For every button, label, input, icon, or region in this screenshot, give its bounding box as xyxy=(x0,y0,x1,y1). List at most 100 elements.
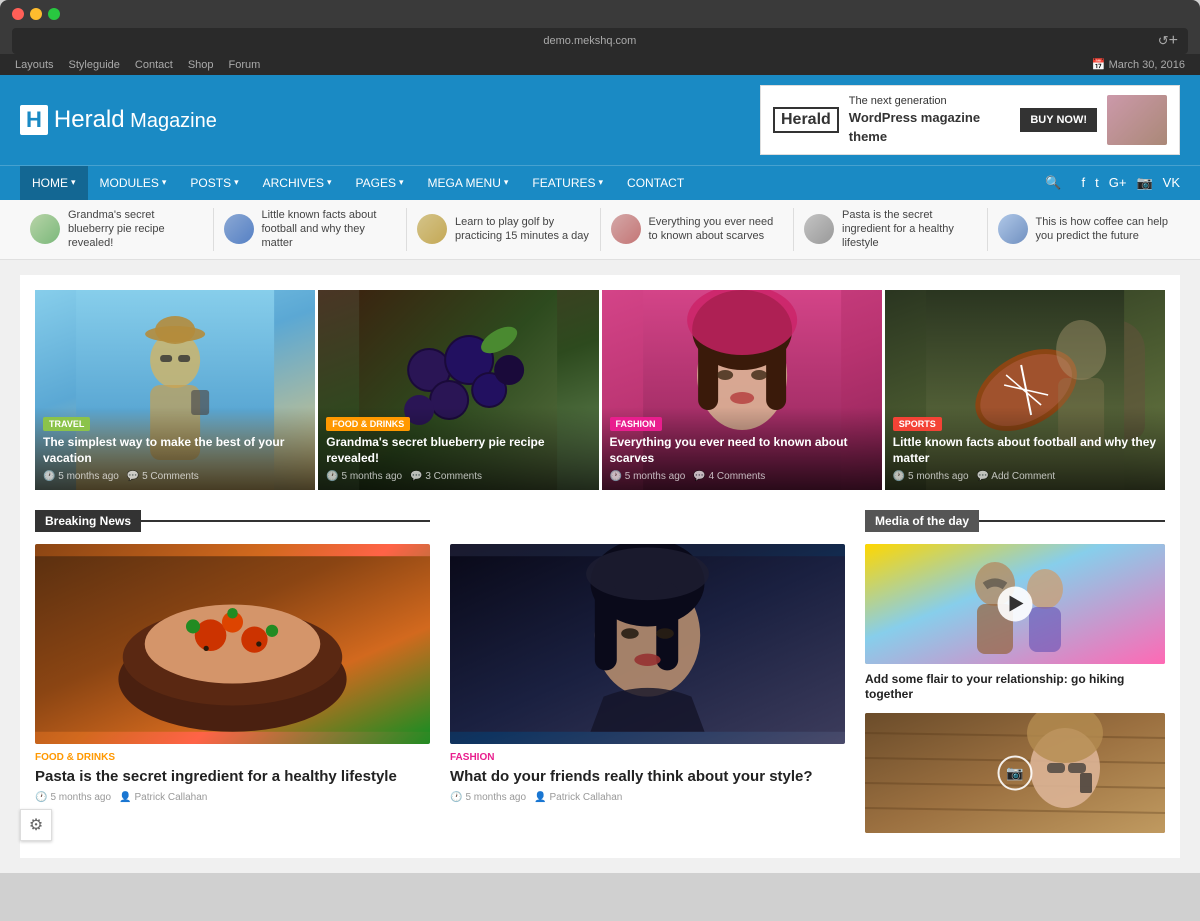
ticker-item-3[interactable]: Learn to play golf by practicing 15 minu… xyxy=(407,208,601,251)
ticker-avatar-6 xyxy=(998,214,1028,244)
topbar-shop[interactable]: Shop xyxy=(188,59,214,71)
media-section-header: Media of the day xyxy=(865,510,1165,532)
ticker-item-6[interactable]: This is how coffee can help you predict … xyxy=(988,208,1181,251)
nav-posts[interactable]: POSTS ▾ xyxy=(178,166,250,200)
ad-buy-button[interactable]: BUY NOW! xyxy=(1020,108,1097,132)
nav-modules[interactable]: MODULES ▾ xyxy=(88,166,179,200)
site-logo[interactable]: H Herald Magazine xyxy=(20,105,217,135)
breaking-news-title: Breaking News xyxy=(35,510,141,532)
news-title-2[interactable]: What do your friends really think about … xyxy=(450,767,845,787)
featured-meta-2: 🕐 5 months ago 💬 3 Comments xyxy=(326,471,590,482)
topbar-styleguide[interactable]: Styleguide xyxy=(69,59,120,71)
featured-overlay-2: FOOD & DRINKS Grandma's secret blueberry… xyxy=(318,407,598,489)
ticker-text-4: Everything you ever need to known about … xyxy=(649,215,784,244)
ad-banner[interactable]: Herald The next generation WordPress mag… xyxy=(760,85,1180,155)
nav-home[interactable]: HOME ▾ xyxy=(20,166,88,200)
news-time-2: 🕐 5 months ago xyxy=(450,792,526,803)
ticker-avatar-2 xyxy=(224,214,254,244)
nav-mega-menu[interactable]: MEGA MENU ▾ xyxy=(416,166,521,200)
browser-chrome: demo.mekshq.com ↺ + xyxy=(0,0,1200,54)
camera-button[interactable]: 📷 xyxy=(998,755,1033,790)
topbar-layouts[interactable]: Layouts xyxy=(15,59,54,71)
featured-tag-1: TRAVEL xyxy=(43,417,90,431)
featured-overlay-4: SPORTS Little known facts about football… xyxy=(885,407,1165,489)
nav-pages[interactable]: PAGES ▾ xyxy=(344,166,416,200)
featured-item-2[interactable]: FOOD & DRINKS Grandma's secret blueberry… xyxy=(318,290,598,490)
ticker-text-3: Learn to play golf by practicing 15 minu… xyxy=(455,215,590,244)
twitter-icon[interactable]: t xyxy=(1095,175,1099,191)
featured-tag-3: FASHION xyxy=(610,417,662,431)
media-section-line xyxy=(979,520,1165,522)
topbar: Layouts Styleguide Contact Shop Forum 📅 … xyxy=(0,54,1200,75)
media-section-title: Media of the day xyxy=(865,510,979,532)
news-ticker: Grandma's secret blueberry pie recipe re… xyxy=(0,200,1200,260)
nav-features[interactable]: FEATURES ▾ xyxy=(520,166,615,200)
ticker-text-5: Pasta is the secret ingredient for a hea… xyxy=(842,208,977,251)
calendar-icon: 📅 xyxy=(1092,59,1106,71)
main-wrapper: TRAVEL The simplest way to make the best… xyxy=(0,260,1200,873)
main-navbar: HOME ▾ MODULES ▾ POSTS ▾ ARCHIVES ▾ PAGE… xyxy=(0,165,1200,200)
media-item-1[interactable]: Add some flair to your relationship: go … xyxy=(865,544,1165,703)
topbar-nav: Layouts Styleguide Contact Shop Forum xyxy=(15,59,260,71)
vk-icon[interactable]: VK xyxy=(1163,175,1180,191)
breaking-news-section: Breaking News xyxy=(35,510,430,843)
refresh-icon[interactable]: ↺ xyxy=(1158,33,1169,49)
ticker-item-2[interactable]: Little known facts about football and wh… xyxy=(214,208,408,251)
featured-meta-3: 🕐 5 months ago 💬 4 Comments xyxy=(610,471,874,482)
ticker-item-5[interactable]: Pasta is the secret ingredient for a hea… xyxy=(794,208,988,251)
featured-meta-4: 🕐 5 months ago 💬 Add Comment xyxy=(893,471,1157,482)
news-image-1[interactable] xyxy=(35,544,430,744)
ticker-text-1: Grandma's secret blueberry pie recipe re… xyxy=(68,208,203,251)
featured-tag-2: FOOD & DRINKS xyxy=(326,417,410,431)
news-meta-1: 🕐 5 months ago 👤 Patrick Callahan xyxy=(35,792,430,803)
featured-item-3[interactable]: FASHION Everything you ever need to know… xyxy=(602,290,882,490)
ad-logo: Herald xyxy=(773,107,839,133)
featured-overlay-1: TRAVEL The simplest way to make the best… xyxy=(35,407,315,489)
close-button[interactable] xyxy=(12,8,24,20)
new-tab-button[interactable]: + xyxy=(1169,32,1178,50)
topbar-date: 📅 March 30, 2016 xyxy=(1092,58,1185,71)
media-item-2[interactable]: 📷 xyxy=(865,713,1165,833)
url-display: demo.mekshq.com xyxy=(22,35,1158,47)
maximize-button[interactable] xyxy=(48,8,60,20)
ticker-avatar-5 xyxy=(804,214,834,244)
play-button[interactable] xyxy=(998,586,1033,621)
logo-h-box: H xyxy=(20,105,48,135)
news-title-1[interactable]: Pasta is the secret ingredient for a hea… xyxy=(35,767,430,787)
topbar-forum[interactable]: Forum xyxy=(229,59,261,71)
logo-herald: Herald Magazine xyxy=(54,106,217,134)
news-tag-1: FOOD & DRINKS xyxy=(35,752,430,763)
sections-row: Breaking News xyxy=(35,510,1165,843)
section-line-1 xyxy=(141,520,430,522)
news-meta-2: 🕐 5 months ago 👤 Patrick Callahan xyxy=(450,792,845,803)
site-header: H Herald Magazine Herald The next genera… xyxy=(0,75,1200,165)
featured-title-4: Little known facts about football and wh… xyxy=(893,435,1157,466)
ticker-text-2: Little known facts about football and wh… xyxy=(262,208,397,251)
address-bar[interactable]: demo.mekshq.com ↺ + xyxy=(12,28,1188,54)
facebook-icon[interactable]: f xyxy=(1082,175,1086,191)
news-time-1: 🕐 5 months ago xyxy=(35,792,111,803)
minimize-button[interactable] xyxy=(30,8,42,20)
search-icon[interactable]: 🔍 xyxy=(1045,175,1061,191)
ticker-avatar-1 xyxy=(30,214,60,244)
nav-links: HOME ▾ MODULES ▾ POSTS ▾ ARCHIVES ▾ PAGE… xyxy=(20,166,696,200)
news-author-2: 👤 Patrick Callahan xyxy=(534,792,622,803)
ticker-item-1[interactable]: Grandma's secret blueberry pie recipe re… xyxy=(20,208,214,251)
news-image-2[interactable] xyxy=(450,544,845,744)
ticker-item-4[interactable]: Everything you ever need to known about … xyxy=(601,208,795,251)
settings-gear-button[interactable]: ⚙ xyxy=(20,809,52,841)
media-title-1: Add some flair to your relationship: go … xyxy=(865,672,1165,703)
nav-contact[interactable]: CONTACT xyxy=(615,166,696,200)
featured-item-1[interactable]: TRAVEL The simplest way to make the best… xyxy=(35,290,315,490)
gear-icon: ⚙ xyxy=(29,815,43,835)
featured-overlay-3: FASHION Everything you ever need to know… xyxy=(602,407,882,489)
googleplus-icon[interactable]: G+ xyxy=(1109,175,1127,191)
ticker-avatar-3 xyxy=(417,214,447,244)
play-triangle-icon xyxy=(1010,596,1024,612)
breaking-news-header: Breaking News xyxy=(35,510,430,532)
topbar-contact[interactable]: Contact xyxy=(135,59,173,71)
browser-buttons xyxy=(12,8,1188,20)
nav-archives[interactable]: ARCHIVES ▾ xyxy=(251,166,344,200)
featured-item-4[interactable]: SPORTS Little known facts about football… xyxy=(885,290,1165,490)
instagram-icon[interactable]: 📷 xyxy=(1136,175,1152,191)
